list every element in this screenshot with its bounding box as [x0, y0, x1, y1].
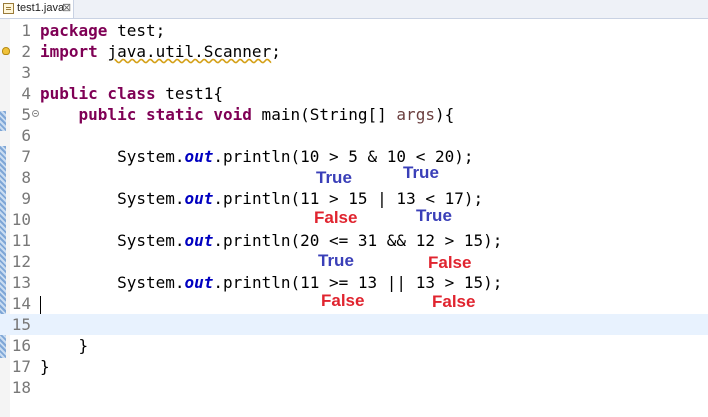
line-number: 11	[11, 231, 31, 250]
text-cursor	[40, 296, 41, 314]
tab-label: test1.java	[17, 2, 65, 14]
code-line: 7 System.out.println(10 > 5 & 10 < 20);	[0, 146, 708, 167]
code-text: .println(11 >= 13 || 13 > 15);	[213, 273, 503, 292]
code-text: System.	[117, 189, 185, 208]
line-number: 2	[21, 42, 31, 61]
code-line: 6	[0, 125, 708, 146]
annotation-true: True	[316, 168, 352, 187]
line-number: 4	[21, 84, 31, 103]
code-line: 17 }	[0, 356, 708, 377]
code-text: System.	[117, 147, 185, 166]
keyword: public class	[40, 84, 156, 103]
code-text: ){	[434, 105, 455, 124]
code-text: .println(20 <= 31 && 12 > 15);	[213, 231, 503, 250]
code-line: 1 package test;	[0, 20, 708, 41]
code-line: 3	[0, 62, 708, 83]
close-tab-icon[interactable]: ⊠	[62, 1, 71, 14]
code-line: 5 public static void main(String[] args)…	[0, 104, 708, 125]
code-text: System.	[117, 273, 185, 292]
code-line: 11 System.out.println(20 <= 31 && 12 > 1…	[0, 230, 708, 251]
field: out	[184, 273, 214, 292]
line-number: 9	[21, 189, 31, 208]
unused-import-warning[interactable]: java.util.Scanner	[107, 42, 271, 61]
code-line: 4 public class test1{	[0, 83, 708, 104]
field: out	[184, 147, 214, 166]
line-number: 16	[11, 336, 31, 355]
code-text: test1{	[155, 84, 224, 103]
annotation-true: True	[416, 206, 452, 225]
code-line: 9 System.out.println(11 > 15 | 13 < 17);	[0, 188, 708, 209]
annotation-false: False	[321, 291, 365, 310]
line-number: 10	[11, 210, 31, 229]
code-text: System.	[117, 231, 185, 250]
code-line: 13 System.out.println(11 >= 13 || 13 > 1…	[0, 272, 708, 293]
line-number: 12	[11, 252, 31, 271]
editor-tab-bar: test1.java ⊠	[0, 0, 708, 19]
java-file-icon	[3, 3, 14, 14]
code-line: 16 }	[0, 335, 708, 356]
annotation-false: False	[432, 292, 476, 311]
line-number: 6	[21, 126, 31, 145]
code-line: 12	[0, 251, 708, 272]
code-text: }	[40, 357, 50, 376]
keyword: import	[40, 42, 98, 61]
line-number: 1	[21, 21, 31, 40]
line-number: 18	[11, 378, 31, 397]
field: out	[184, 231, 214, 250]
annotation-false: False	[428, 253, 472, 272]
keyword: public static void	[78, 105, 252, 124]
field: out	[184, 189, 214, 208]
line-number: 14	[11, 294, 31, 313]
code-text: ;	[271, 42, 281, 61]
code-text: test;	[107, 21, 166, 40]
annotation-true: True	[318, 251, 354, 270]
code-text: main(String[]	[251, 105, 397, 124]
line-number: 3	[21, 63, 31, 82]
line-number: 13	[11, 273, 31, 292]
keyword: package	[40, 21, 108, 40]
parameter: args	[396, 105, 435, 124]
line-number: 15	[11, 315, 31, 334]
code-text: }	[78, 336, 89, 355]
line-number: 5	[21, 105, 31, 124]
line-number: 7	[21, 147, 31, 166]
fold-collapse-icon[interactable]	[32, 110, 39, 117]
annotation-false: False	[314, 208, 358, 227]
code-line: 18	[0, 377, 708, 398]
line-number: 8	[21, 168, 31, 187]
code-line: 8	[0, 167, 708, 188]
tab-test1-java[interactable]: test1.java ⊠	[0, 0, 74, 18]
current-line[interactable]: 15	[0, 314, 708, 335]
code-line: 2 import java.util.Scanner;	[0, 41, 708, 62]
annotation-true: True	[403, 163, 439, 182]
line-number: 17	[11, 357, 31, 376]
